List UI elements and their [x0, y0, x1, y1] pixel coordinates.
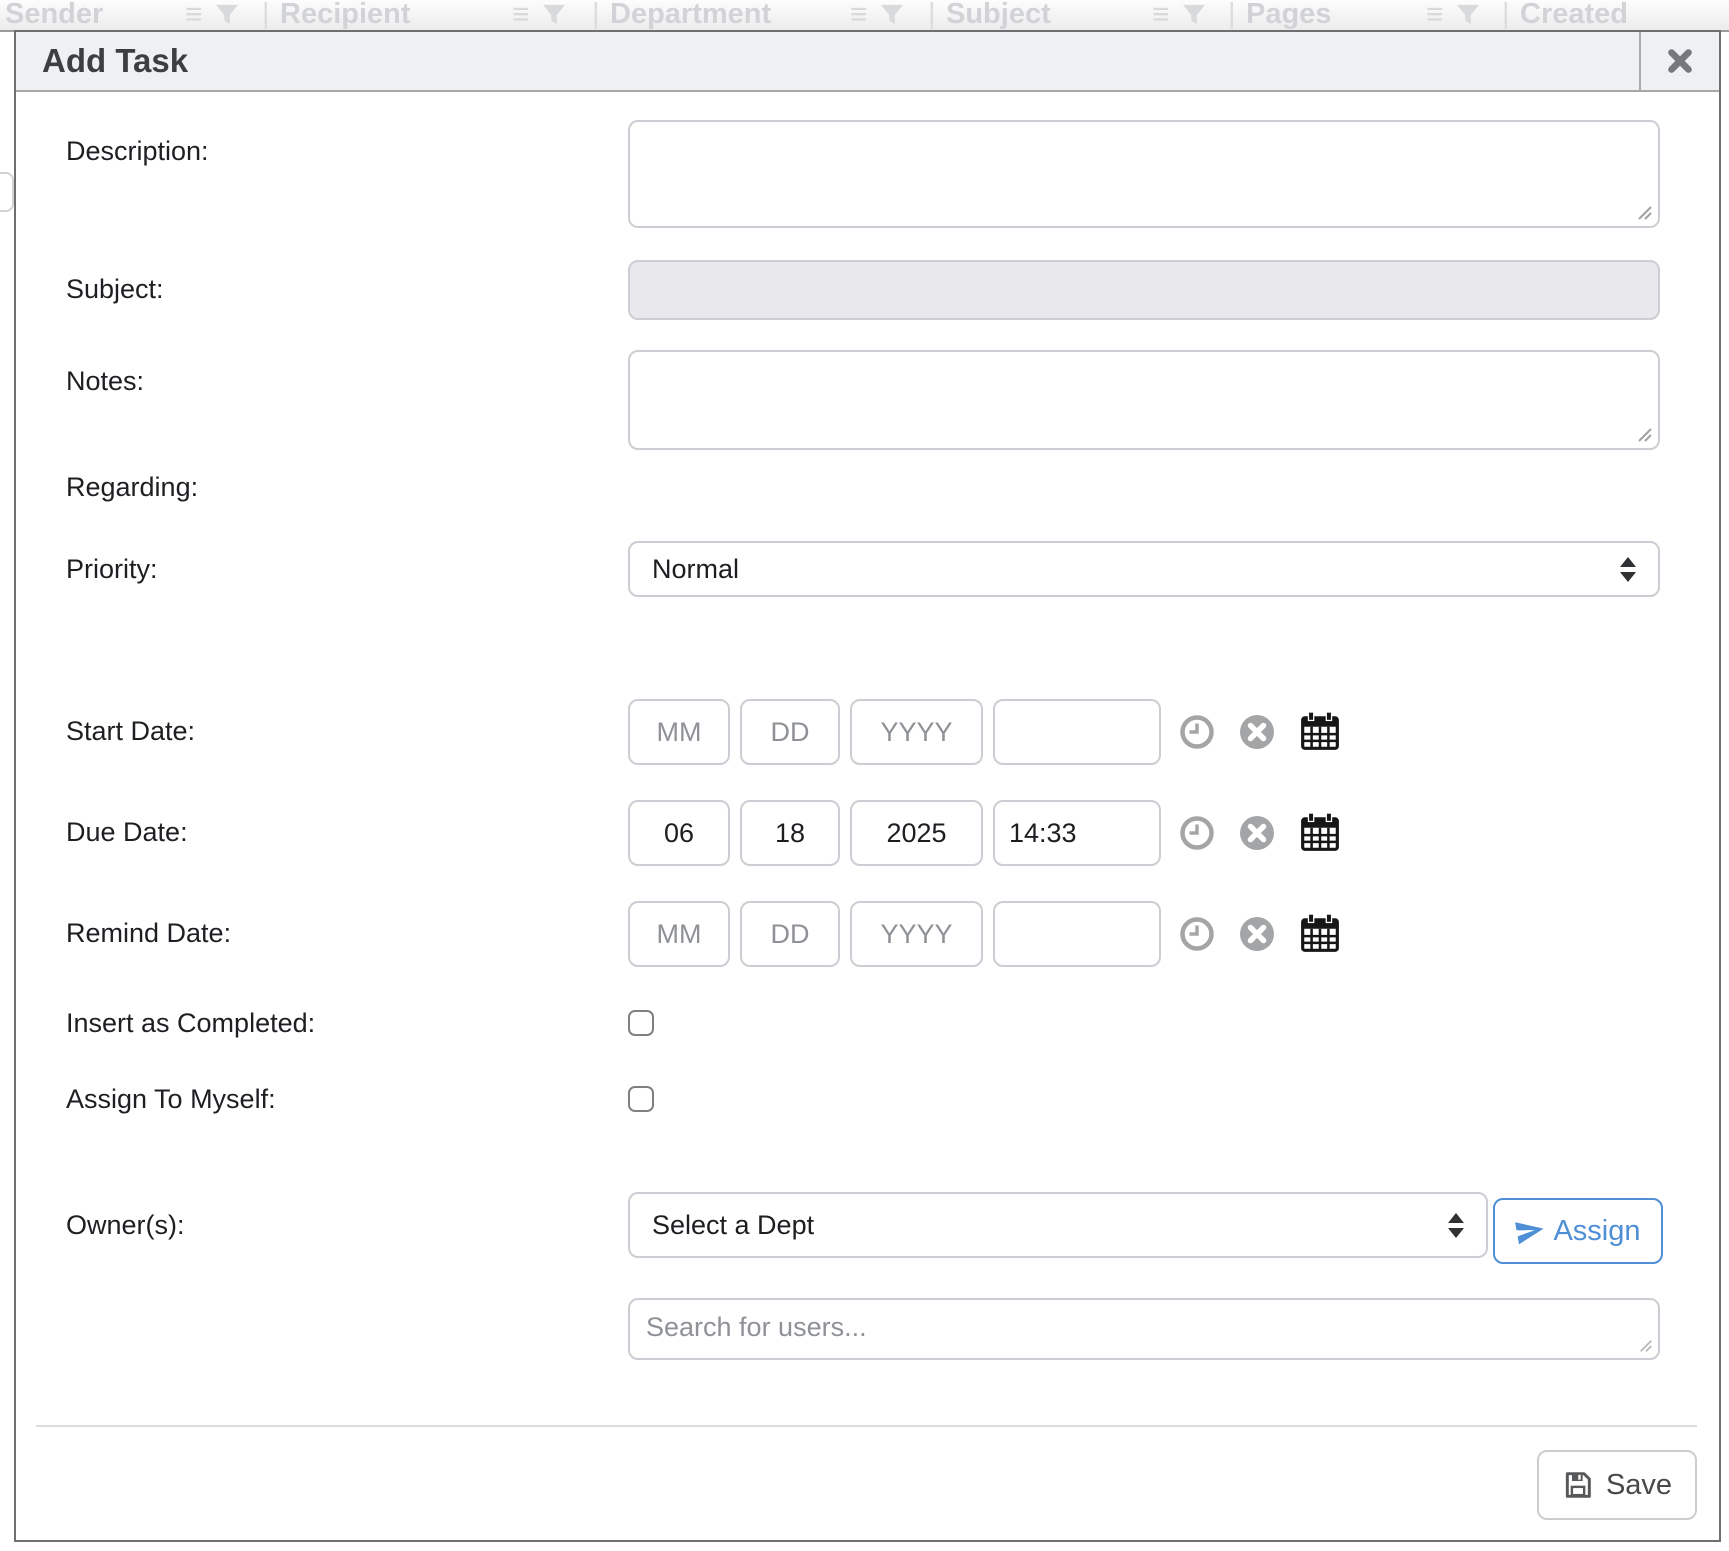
priority-label: Priority: [66, 554, 158, 585]
due-time-picker-button[interactable] [1179, 815, 1215, 851]
due-day-input[interactable] [740, 800, 840, 866]
assign-button[interactable]: Assign [1493, 1198, 1663, 1264]
select-arrows-icon [1620, 557, 1636, 582]
filter-funnel-icon [880, 4, 904, 26]
save-floppy-icon [1562, 1469, 1594, 1501]
due-month-input[interactable] [628, 800, 730, 866]
modal-header: Add Task [16, 32, 1719, 92]
clock-icon [1179, 815, 1215, 851]
remind-date-label: Remind Date: [66, 918, 231, 949]
priority-select-value: Normal [652, 554, 739, 585]
start-calendar-button[interactable] [1299, 711, 1341, 753]
assign-button-label: Assign [1553, 1215, 1640, 1248]
description-textarea[interactable] [628, 120, 1660, 228]
remind-clear-button[interactable] [1239, 916, 1275, 952]
modal-title: Add Task [16, 32, 1639, 90]
user-search-input[interactable] [628, 1298, 1660, 1360]
calendar-icon [1299, 812, 1341, 854]
background-input-fragment [0, 172, 14, 212]
save-button[interactable]: Save [1537, 1450, 1697, 1520]
start-date-label: Start Date: [66, 716, 195, 747]
due-clear-button[interactable] [1239, 815, 1275, 851]
remind-year-input[interactable] [850, 901, 983, 967]
save-button-label: Save [1606, 1469, 1672, 1502]
paper-plane-icon [1513, 1214, 1548, 1249]
priority-select[interactable]: Normal [628, 541, 1660, 597]
bg-column-pages: Pages [1246, 0, 1331, 31]
x-circle-icon [1239, 815, 1275, 851]
clock-icon [1179, 916, 1215, 952]
bg-divider: | [592, 0, 600, 31]
start-time-input[interactable] [993, 699, 1161, 765]
owners-label: Owner(s): [66, 1210, 185, 1241]
sort-icon: ≡ [1426, 2, 1444, 28]
filter-funnel-icon [215, 4, 239, 26]
resize-grip-icon[interactable] [1637, 205, 1653, 221]
modal-body: Description: Subject: [16, 92, 1719, 1542]
close-icon [1663, 44, 1697, 78]
description-label: Description: [66, 136, 209, 167]
close-button[interactable] [1639, 32, 1719, 90]
owner-dept-select-value: Select a Dept [652, 1210, 814, 1241]
regarding-label: Regarding: [66, 472, 198, 503]
bg-column-subject: Subject [946, 0, 1051, 31]
calendar-icon [1299, 913, 1341, 955]
bg-column-created: Created [1520, 0, 1628, 31]
insert-as-completed-label: Insert as Completed: [66, 1008, 315, 1039]
remind-month-input[interactable] [628, 901, 730, 967]
footer-divider [36, 1425, 1697, 1427]
subject-label: Subject: [66, 274, 164, 305]
resize-grip-icon[interactable] [1639, 1339, 1653, 1353]
bg-column-recipient: Recipient [280, 0, 411, 31]
remind-time-input[interactable] [993, 901, 1161, 967]
bg-divider: | [1502, 0, 1510, 31]
add-task-modal: Add Task Description: [14, 30, 1721, 1542]
remind-day-input[interactable] [740, 901, 840, 967]
owner-dept-select[interactable]: Select a Dept [628, 1192, 1488, 1258]
clock-icon [1179, 714, 1215, 750]
sort-icon: ≡ [1152, 2, 1170, 28]
filter-funnel-icon [1456, 4, 1480, 26]
background-table-header: Sender ≡ | Recipient ≡ | Department ≡ | … [0, 0, 1729, 32]
due-time-input[interactable] [993, 800, 1161, 866]
sort-icon: ≡ [850, 2, 868, 28]
filter-funnel-icon [1182, 4, 1206, 26]
x-circle-icon [1239, 714, 1275, 750]
assign-to-myself-label: Assign To Myself: [66, 1084, 276, 1115]
notes-textarea[interactable] [628, 350, 1660, 450]
sort-icon: ≡ [512, 2, 530, 28]
filter-funnel-icon [542, 4, 566, 26]
x-circle-icon [1239, 916, 1275, 952]
start-time-picker-button[interactable] [1179, 714, 1215, 750]
due-date-label: Due Date: [66, 817, 188, 848]
bg-column-department: Department [610, 0, 771, 31]
screen: Sender ≡ | Recipient ≡ | Department ≡ | … [0, 0, 1729, 1551]
start-clear-button[interactable] [1239, 714, 1275, 750]
calendar-icon [1299, 711, 1341, 753]
bg-divider: | [1228, 0, 1236, 31]
due-year-input[interactable] [850, 800, 983, 866]
select-arrows-icon [1448, 1213, 1464, 1238]
bg-divider: | [262, 0, 270, 31]
start-year-input[interactable] [850, 699, 983, 765]
subject-input [628, 260, 1660, 320]
notes-label: Notes: [66, 366, 144, 397]
bg-column-sender: Sender [5, 0, 103, 31]
remind-calendar-button[interactable] [1299, 913, 1341, 955]
remind-time-picker-button[interactable] [1179, 916, 1215, 952]
assign-to-myself-checkbox[interactable] [628, 1086, 654, 1112]
start-day-input[interactable] [740, 699, 840, 765]
due-calendar-button[interactable] [1299, 812, 1341, 854]
sort-icon: ≡ [185, 2, 203, 28]
resize-grip-icon[interactable] [1637, 427, 1653, 443]
bg-divider: | [928, 0, 936, 31]
insert-as-completed-checkbox[interactable] [628, 1010, 654, 1036]
start-month-input[interactable] [628, 699, 730, 765]
